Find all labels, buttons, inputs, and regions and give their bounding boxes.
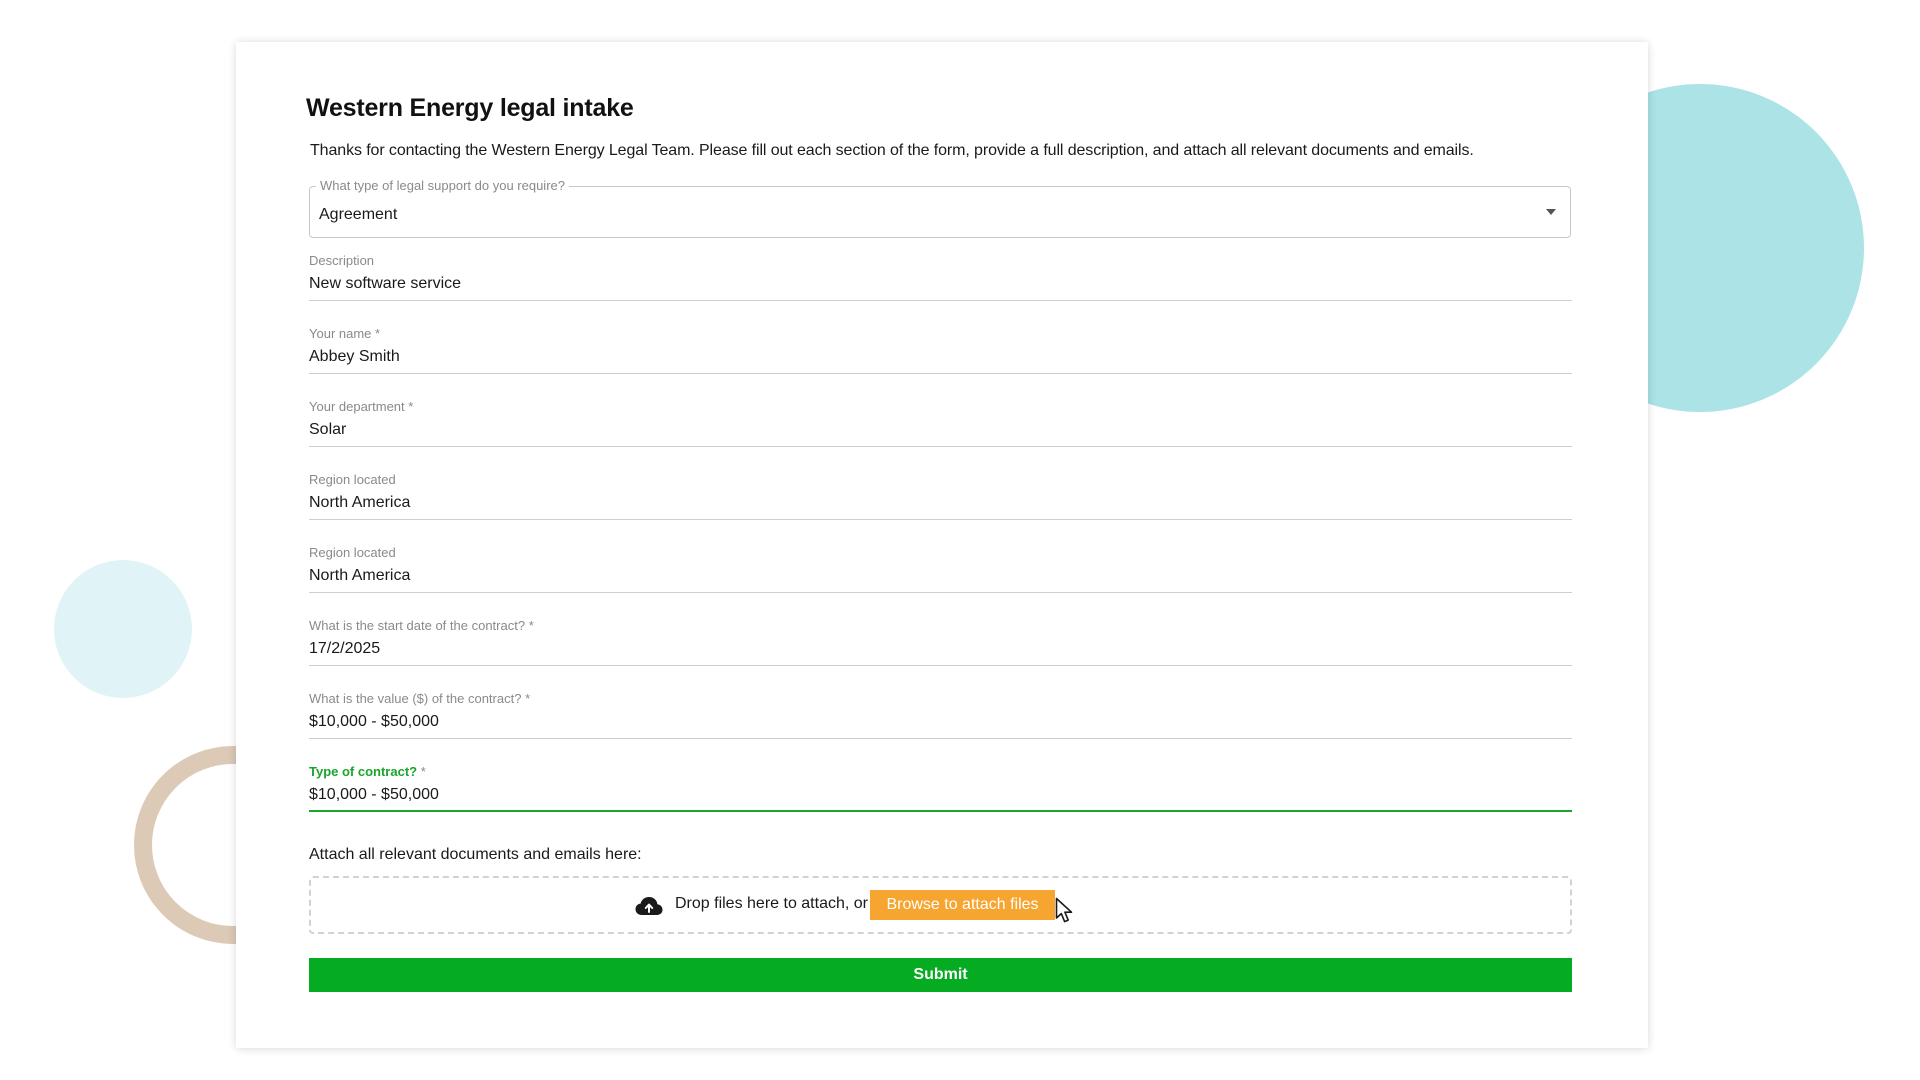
field-value: $10,000 - $50,000 [309, 713, 439, 730]
form-card: Western Energy legal intake Thanks for c… [236, 42, 1648, 1048]
required-marker: * [528, 618, 534, 633]
field-label: What is the value ($) of the contract? * [309, 691, 531, 706]
field-value: New software service [309, 275, 462, 292]
field-value: $10,000 - $50,000 [309, 786, 439, 803]
legal-support-value: Agreement [319, 206, 398, 223]
dropdown-arrow-icon[interactable] [1546, 209, 1556, 215]
field-label: Your department * [309, 399, 414, 414]
region-located-field[interactable]: Region located North America [309, 472, 1572, 520]
field-value: Solar [309, 421, 347, 438]
attach-label: Attach all relevant documents and emails… [309, 846, 642, 863]
required-marker: * [525, 691, 531, 706]
cloud-upload-icon [635, 897, 663, 915]
field-label: Description [309, 253, 375, 268]
contract-value-field[interactable]: What is the value ($) of the contract? *… [309, 691, 1572, 739]
legal-support-label: What type of legal support do you requir… [316, 178, 569, 193]
required-marker: * [408, 399, 414, 414]
field-value: Abbey Smith [309, 348, 400, 365]
required-marker: * [420, 764, 426, 779]
field-label: Region located [309, 472, 396, 487]
file-dropzone[interactable]: Drop files here to attach, or Browse to … [309, 876, 1572, 934]
field-label: What is the start date of the contract? … [309, 618, 534, 633]
required-marker: * [375, 326, 381, 341]
browse-files-button[interactable]: Browse to attach files [870, 890, 1055, 920]
form-title: Western Energy legal intake [306, 94, 634, 122]
field-label: Your name * [309, 326, 381, 341]
start-date-field[interactable]: What is the start date of the contract? … [309, 618, 1572, 666]
contract-type-field[interactable]: Type of contract? * $10,000 - $50,000 [309, 764, 1572, 812]
decorative-light-blue-circle [54, 560, 192, 698]
region-located-field-2[interactable]: Region located North America [309, 545, 1572, 593]
form-intro: Thanks for contacting the Western Energy… [310, 142, 1474, 159]
mouse-pointer-icon [1055, 897, 1073, 923]
field-label: Type of contract? * [309, 764, 426, 779]
field-value: North America [309, 494, 411, 511]
field-value: North America [309, 567, 411, 584]
description-field[interactable]: Description New software service [309, 253, 1572, 301]
submit-button[interactable]: Submit [309, 958, 1572, 992]
field-label: Region located [309, 545, 396, 560]
drop-files-text: Drop files here to attach, or [675, 895, 868, 912]
your-name-field[interactable]: Your name * Abbey Smith [309, 326, 1572, 374]
legal-support-select[interactable]: What type of legal support do you requir… [309, 178, 1571, 238]
your-department-field[interactable]: Your department * Solar [309, 399, 1572, 447]
field-value: 17/2/2025 [309, 640, 381, 657]
